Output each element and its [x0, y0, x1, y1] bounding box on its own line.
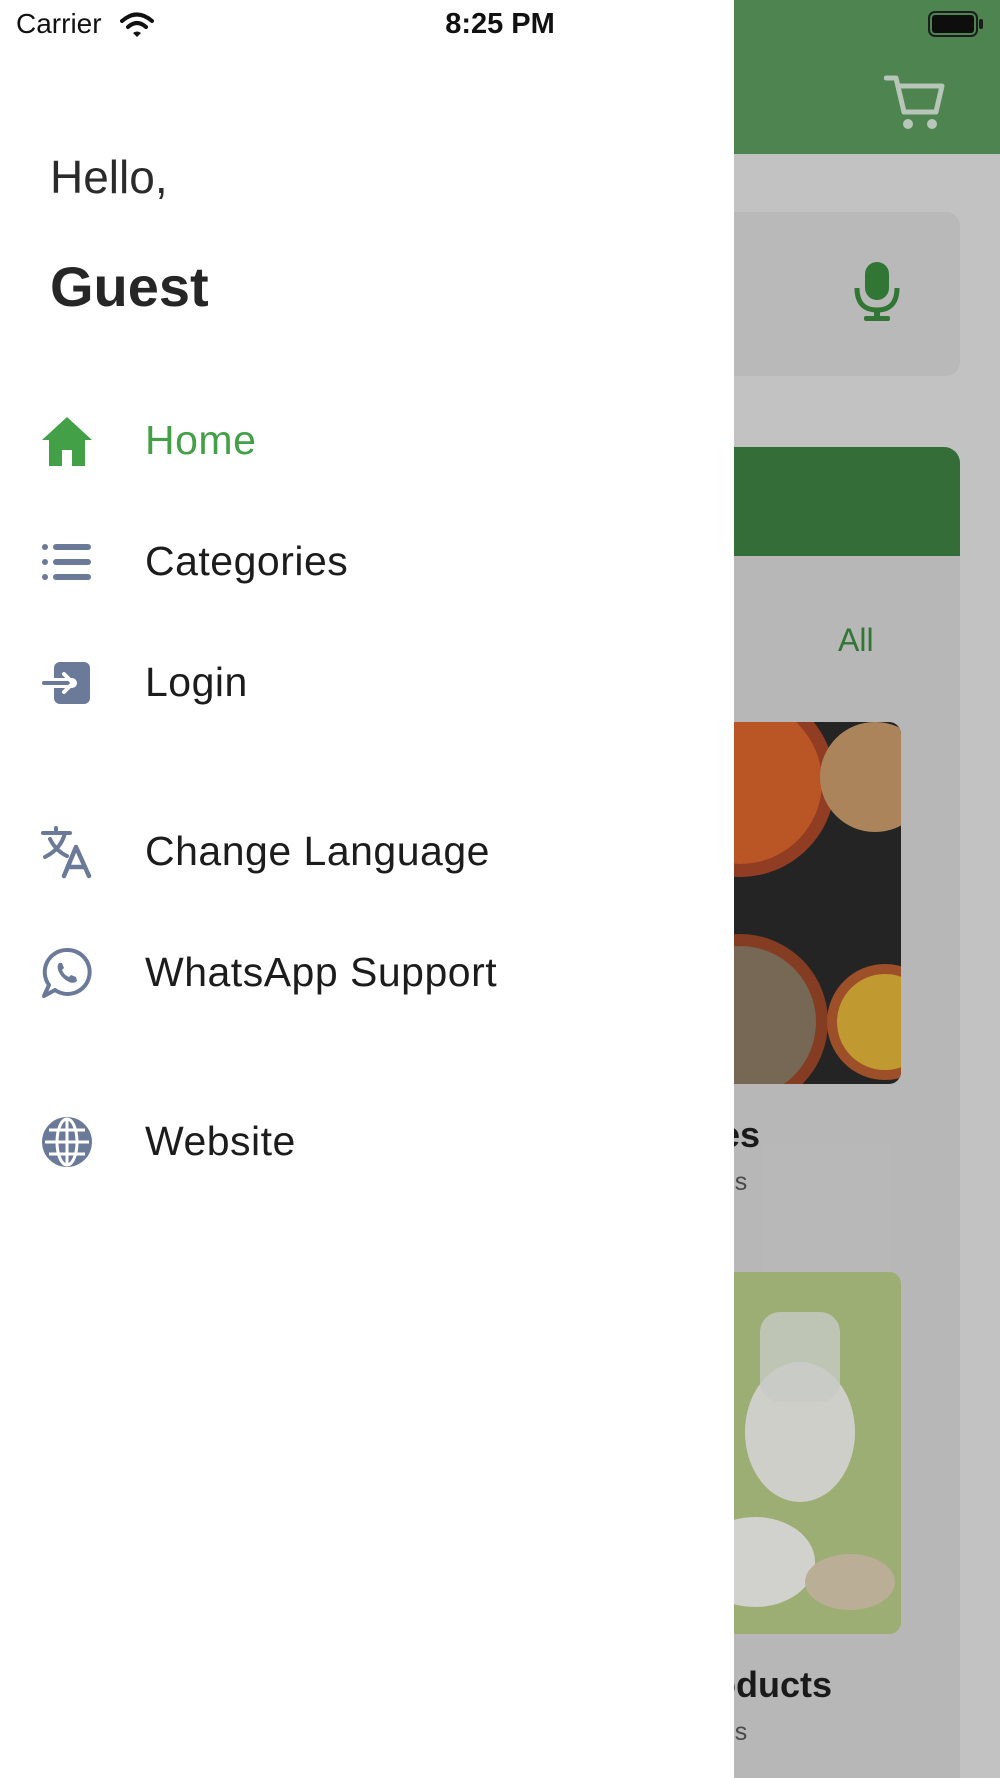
- menu-item-label: Login: [145, 659, 248, 705]
- translate-icon: [41, 826, 92, 879]
- login-icon: [40, 662, 90, 704]
- menu-item-website[interactable]: Website: [0, 1091, 734, 1191]
- menu-item-label: Website: [145, 1118, 296, 1164]
- menu-item-categories[interactable]: Categories: [0, 511, 734, 611]
- screen: All ses ems roducts: [0, 0, 1000, 1778]
- navigation-drawer: Carrier Hello, Guest Home Categories Log…: [0, 0, 734, 1778]
- menu-item-label: Categories: [145, 538, 349, 584]
- username: Guest: [50, 255, 209, 318]
- list-icon: [42, 544, 91, 580]
- menu-item-whatsapp-support[interactable]: WhatsApp Support: [0, 922, 734, 1022]
- globe-icon: [42, 1117, 92, 1167]
- status-time: 8:25 PM: [445, 8, 555, 40]
- greeting-text: Hello,: [50, 151, 168, 203]
- menu-item-login[interactable]: Login: [0, 632, 734, 732]
- menu-item-label: Home: [145, 417, 257, 463]
- menu-item-change-language[interactable]: Change Language: [0, 801, 734, 901]
- home-icon: [42, 417, 92, 466]
- menu-item-label: Change Language: [145, 828, 490, 874]
- menu-item-home[interactable]: Home: [0, 390, 734, 490]
- whatsapp-icon: [42, 947, 92, 998]
- menu-item-label: WhatsApp Support: [145, 949, 498, 995]
